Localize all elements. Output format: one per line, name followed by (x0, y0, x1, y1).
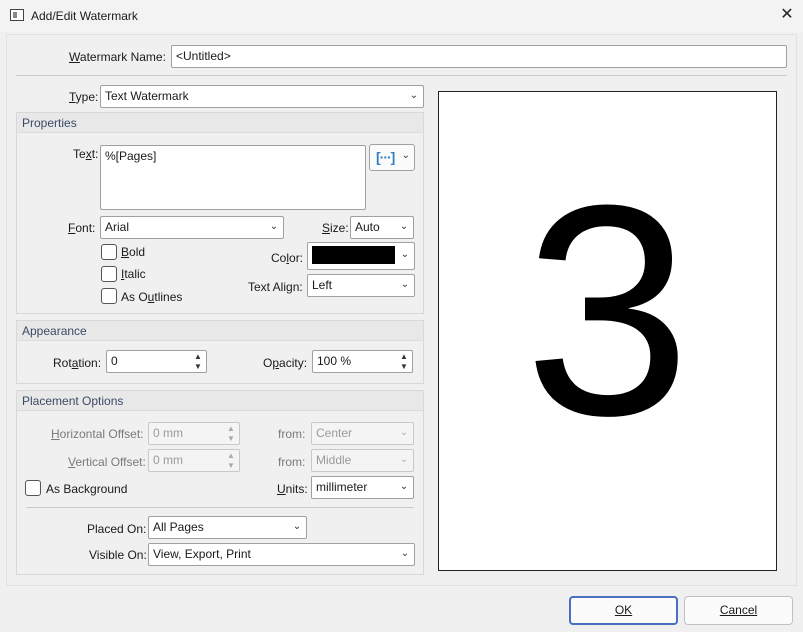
insert-macro-button[interactable]: [···] ⌄ (369, 144, 415, 171)
vertical-from-value: Middle (316, 453, 352, 467)
type-select[interactable]: Text Watermark ⌄ (100, 85, 424, 108)
cancel-button[interactable]: Cancel (684, 596, 793, 625)
horizontal-offset-spinbox[interactable]: 0 mm ▲ ▼ (148, 422, 240, 445)
placed-on-label: Placed On: (87, 522, 147, 536)
watermark-name-input[interactable]: <Untitled> (171, 45, 787, 68)
rotation-label: Rotation: (53, 356, 102, 370)
background-checkbox[interactable] (25, 480, 41, 496)
window-title: Add/Edit Watermark (31, 9, 138, 23)
text-label: Text: (73, 147, 99, 161)
placement-header: Placement Options (17, 391, 423, 411)
cancel-label: Cancel (719, 603, 758, 617)
chevron-down-icon: ⌄ (400, 548, 410, 559)
watermark-name-value: <Untitled> (176, 49, 231, 63)
spin-up-icon[interactable]: ▲ (398, 352, 410, 362)
text-align-label: Text Align: (248, 280, 303, 294)
ok-button[interactable]: OK (569, 596, 678, 625)
color-picker[interactable]: ⌄ (307, 242, 415, 270)
type-label: Type: (69, 90, 99, 104)
placed-on-value: All Pages (153, 520, 204, 534)
spin-up-icon[interactable]: ▲ (225, 424, 237, 434)
horizontal-from-label: from: (278, 427, 306, 441)
visible-on-label: Visible On: (89, 548, 147, 562)
watermark-text-input[interactable]: %[Pages] (100, 145, 366, 210)
units-label: Units: (277, 482, 308, 496)
rotation-spinbox[interactable]: 0 ▲ ▼ (106, 350, 207, 373)
italic-label: Italic (121, 267, 146, 281)
preview-page-number: 3 (524, 142, 691, 478)
units-select[interactable]: millimeter ⌄ (311, 476, 414, 499)
font-value: Arial (105, 220, 130, 234)
spin-up-icon[interactable]: ▲ (225, 451, 237, 461)
chevron-down-icon: ⌄ (292, 521, 302, 532)
rotation-value: 0 (111, 354, 118, 368)
color-label: Color: (271, 251, 304, 265)
macro-icon: [···] (376, 149, 395, 165)
italic-checkbox[interactable] (101, 266, 117, 282)
spin-buttons[interactable]: ▲ ▼ (398, 352, 410, 372)
properties-header: Properties (17, 113, 423, 133)
ok-label: OK (614, 603, 633, 617)
visible-on-select[interactable]: View, Export, Print ⌄ (148, 543, 415, 566)
dialog-footer (0, 587, 803, 632)
placed-on-select[interactable]: All Pages ⌄ (148, 516, 307, 539)
appearance-header: Appearance (17, 321, 423, 341)
spin-down-icon[interactable]: ▼ (225, 461, 237, 471)
spin-buttons[interactable]: ▲ ▼ (225, 451, 237, 471)
color-swatch (312, 246, 395, 264)
chevron-down-icon: ⌄ (399, 481, 409, 492)
vertical-from-select[interactable]: Middle ⌄ (311, 449, 414, 472)
outlines-label: As Outlines (121, 290, 183, 304)
bold-checkbox[interactable] (101, 244, 117, 260)
type-value: Text Watermark (105, 89, 189, 103)
spin-down-icon[interactable]: ▼ (192, 362, 204, 372)
vertical-from-label: from: (278, 455, 306, 469)
font-select[interactable]: Arial ⌄ (100, 216, 284, 239)
watermark-preview: 3 (438, 91, 777, 571)
title-bar: Add/Edit Watermark ✕ (0, 0, 803, 32)
chevron-down-icon: ⌄ (399, 221, 409, 232)
horizontal-offset-value: 0 mm (153, 426, 183, 440)
opacity-label: Opacity: (263, 356, 308, 370)
horizontal-from-value: Center (316, 426, 353, 440)
bold-label: Bold (121, 245, 146, 259)
opacity-value: 100 % (317, 354, 352, 368)
close-icon[interactable]: ✕ (775, 5, 799, 27)
watermark-text-value: %[Pages] (105, 149, 157, 163)
spin-buttons[interactable]: ▲ ▼ (192, 352, 204, 372)
chevron-down-icon: ⌄ (399, 427, 409, 438)
size-value: Auto (355, 220, 380, 234)
text-align-select[interactable]: Left ⌄ (307, 274, 415, 297)
watermark-name-label: Watermark Name: (69, 50, 166, 64)
outlines-checkbox[interactable] (101, 288, 117, 304)
vertical-offset-label: Vertical Offset: (68, 455, 146, 469)
size-label: Size: (322, 221, 349, 235)
size-select[interactable]: Auto ⌄ (350, 216, 414, 239)
text-align-value: Left (312, 278, 333, 292)
vertical-offset-value: 0 mm (153, 453, 183, 467)
background-label: As Background (46, 482, 128, 496)
chevron-down-icon: ⌄ (400, 249, 410, 260)
visible-on-value: View, Export, Print (153, 547, 251, 561)
chevron-down-icon: ⌄ (401, 150, 410, 161)
chevron-down-icon: ⌄ (269, 221, 279, 232)
chevron-down-icon: ⌄ (409, 90, 419, 101)
divider (26, 507, 414, 508)
horizontal-offset-label: Horizontal Offset: (51, 427, 144, 441)
spin-buttons[interactable]: ▲ ▼ (225, 424, 237, 444)
chevron-down-icon: ⌄ (399, 454, 409, 465)
horizontal-from-select[interactable]: Center ⌄ (311, 422, 414, 445)
units-value: millimeter (316, 480, 368, 494)
spin-down-icon[interactable]: ▼ (225, 434, 237, 444)
watermark-app-icon (10, 9, 24, 21)
chevron-down-icon: ⌄ (400, 279, 410, 290)
font-label: Font: (68, 221, 96, 235)
divider (16, 75, 787, 76)
spin-up-icon[interactable]: ▲ (192, 352, 204, 362)
vertical-offset-spinbox[interactable]: 0 mm ▲ ▼ (148, 449, 240, 472)
spin-down-icon[interactable]: ▼ (398, 362, 410, 372)
opacity-spinbox[interactable]: 100 % ▲ ▼ (312, 350, 413, 373)
